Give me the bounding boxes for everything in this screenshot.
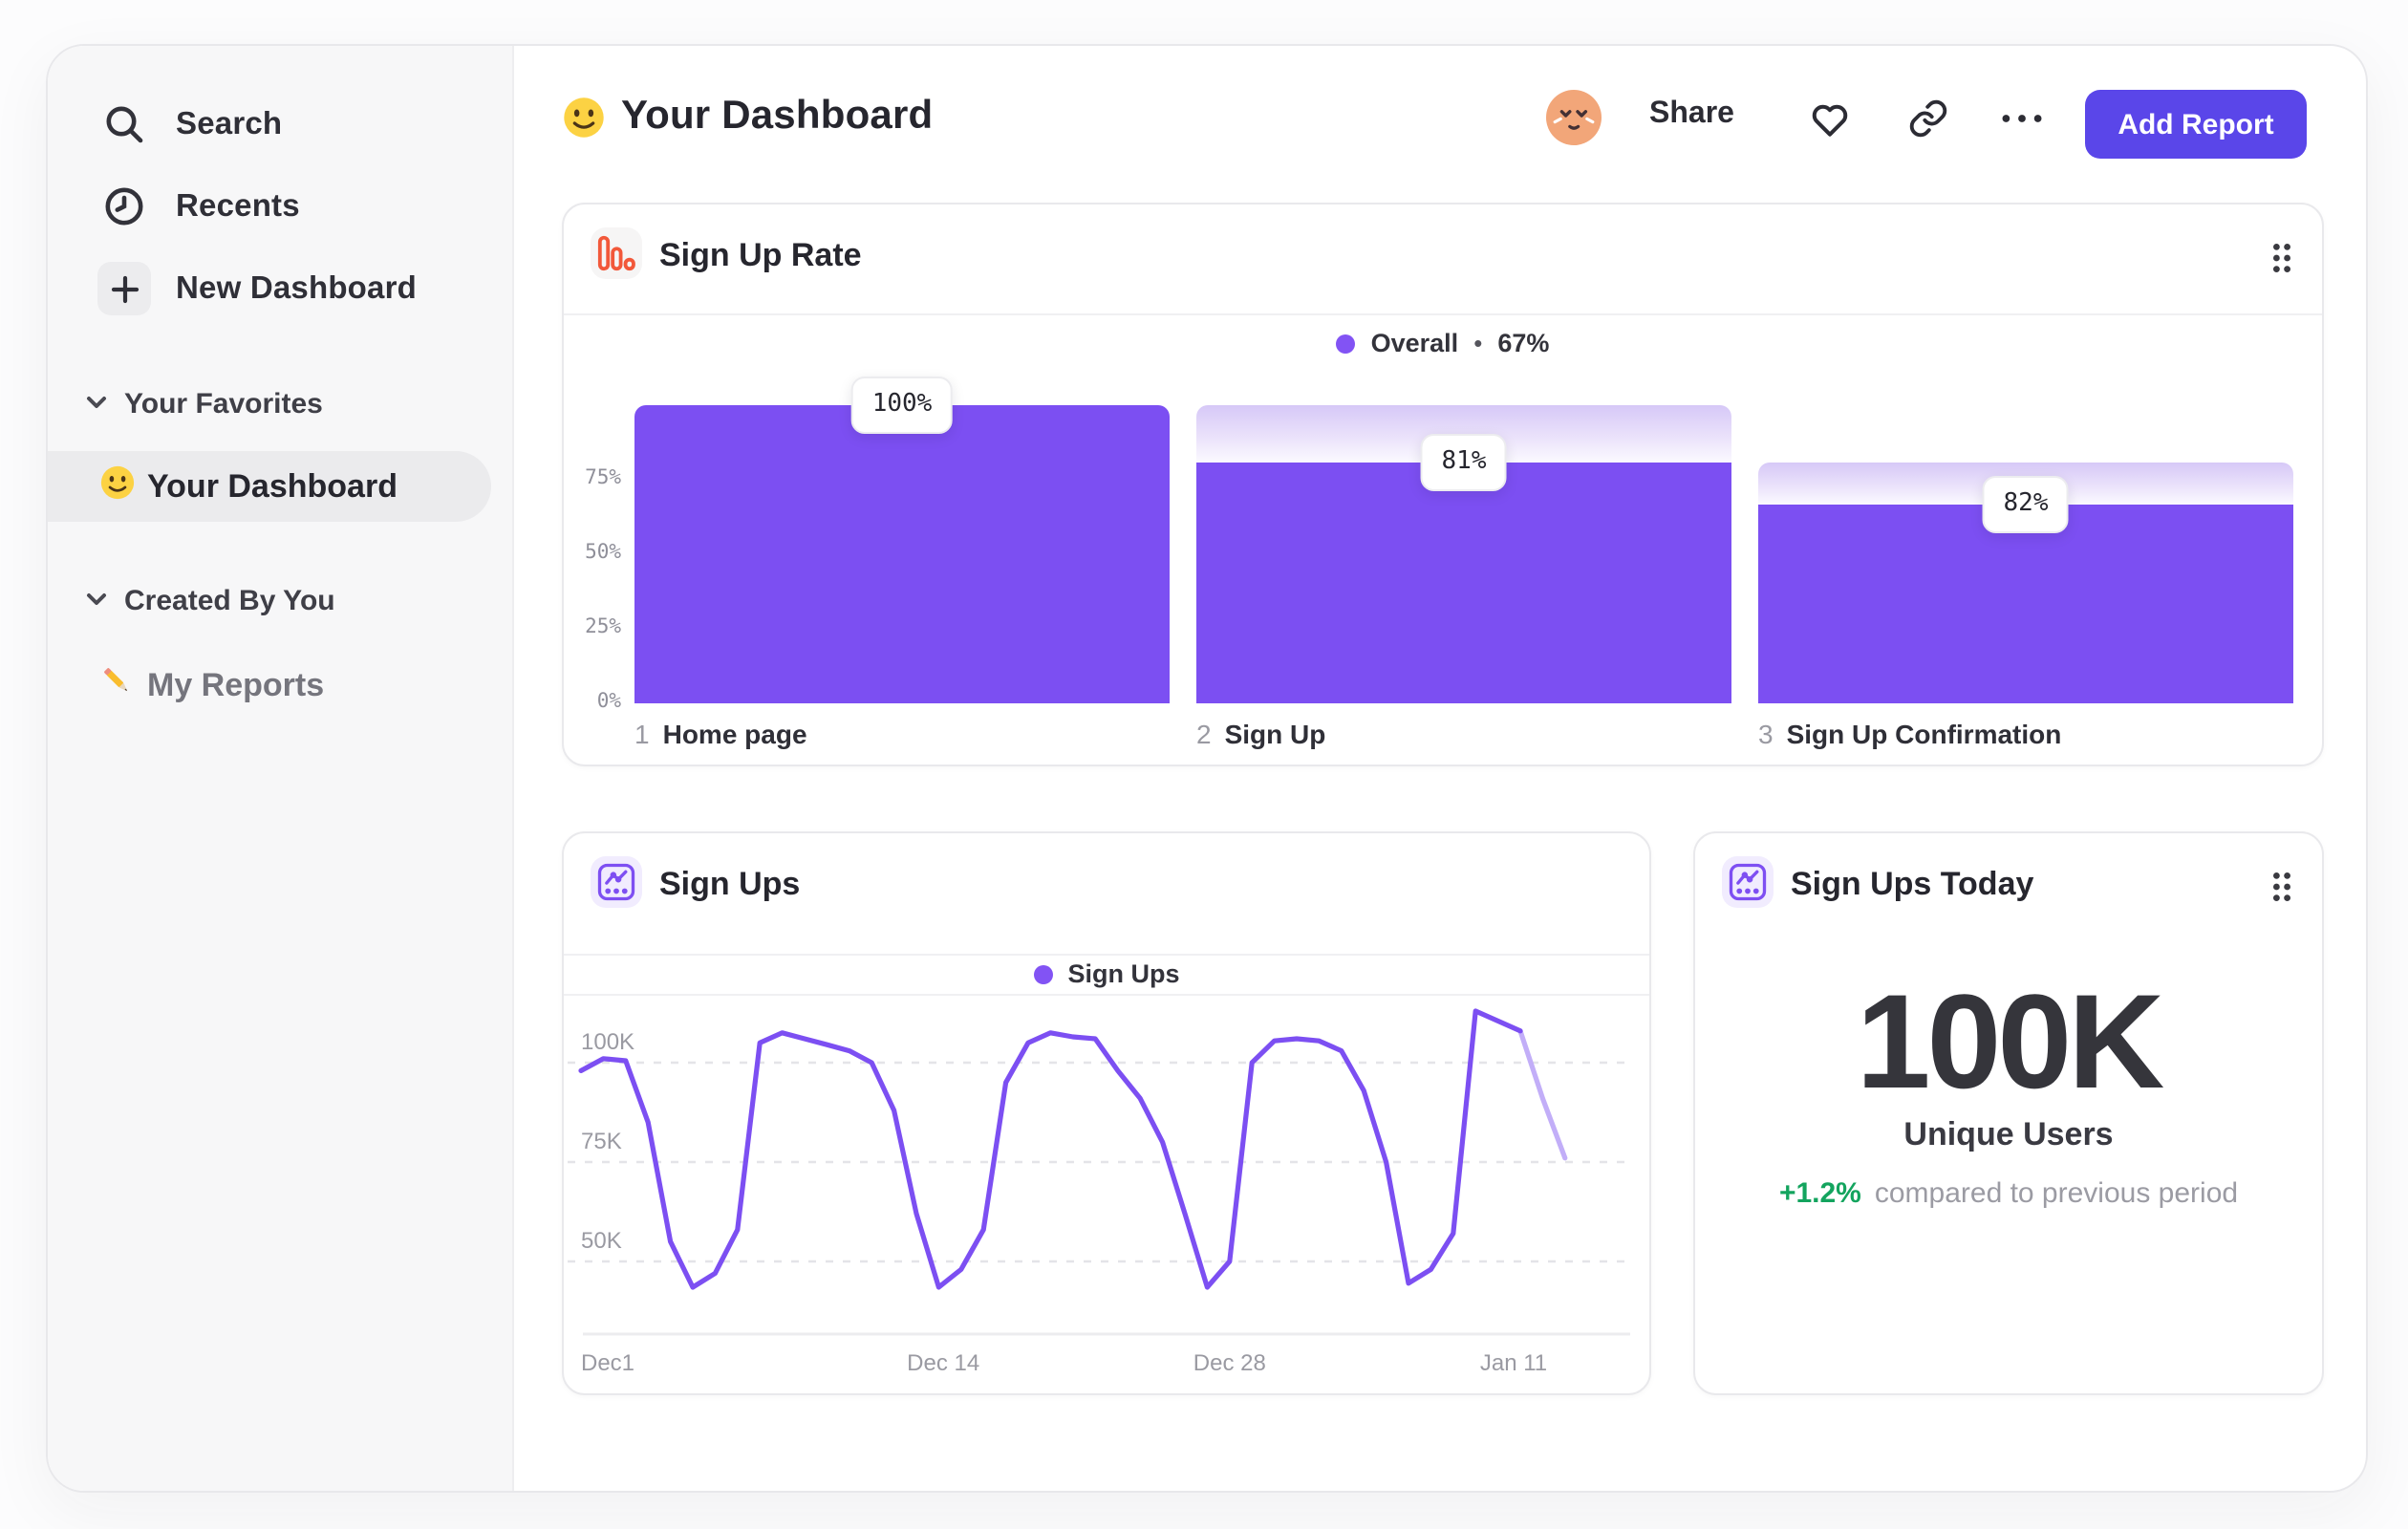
card-divider xyxy=(564,954,1649,956)
funnel-y-tick: 50% xyxy=(585,541,621,564)
recents-clock-icon xyxy=(97,180,151,233)
funnel-step-label: 2 Sign Up xyxy=(1196,719,1326,749)
legend-dot xyxy=(1033,964,1053,983)
app-window: Search Recents New Dashboard Your Favori… xyxy=(46,44,2368,1493)
funnel-bar-3[interactable] xyxy=(1758,505,2293,703)
sidebar-item-label: Search xyxy=(176,106,283,140)
sidebar-item-your-dashboard[interactable]: Your Dashboard xyxy=(48,451,491,522)
svg-text:Jan 11: Jan 11 xyxy=(1480,1350,1547,1376)
sidebar-item-search[interactable]: Search xyxy=(48,96,512,153)
sidebar-item-my-reports[interactable]: My Reports xyxy=(48,657,491,715)
copy-link-icon[interactable] xyxy=(1905,96,1951,141)
page-title: Your Dashboard xyxy=(621,94,934,138)
funnel-step-label: 1 Home page xyxy=(634,719,807,749)
funnel-value-tooltip: 81% xyxy=(1420,433,1508,491)
svg-text:50K: 50K xyxy=(581,1228,622,1254)
chevron-down-icon xyxy=(86,583,107,617)
more-options-icon[interactable] xyxy=(1999,96,2045,141)
sign-ups-card: Sign Ups Sign Ups 100K 75K 50K Dec1 Dec 14 De… xyxy=(562,831,1651,1395)
line-legend: Sign Ups xyxy=(564,959,1649,988)
funnel-step-label: 3 Sign Up Confirmation xyxy=(1758,719,2062,749)
sidebar-item-label: Recents xyxy=(176,188,300,223)
metric-delta-note: compared to previous period xyxy=(1874,1177,2239,1210)
favorite-heart-icon[interactable] xyxy=(1806,96,1852,141)
add-report-button[interactable]: Add Report xyxy=(2085,90,2307,159)
legend-series-name: Sign Ups xyxy=(1067,959,1180,988)
funnel-value-tooltip: 82% xyxy=(1982,476,2070,534)
card-title: Sign Ups xyxy=(659,866,801,902)
metric-delta-row: +1.2% compared to previous period xyxy=(1695,1177,2322,1210)
metric-delta: +1.2% xyxy=(1778,1177,1861,1210)
plus-icon xyxy=(97,262,151,315)
svg-text:Dec 14: Dec 14 xyxy=(907,1350,979,1376)
search-icon xyxy=(97,97,151,151)
sidebar-section-label: Created By You xyxy=(124,584,335,616)
funnel-value-tooltip: 100% xyxy=(850,377,954,434)
funnel-chart: 0% 25% 50% 75% 100% 1 Home page 81% 2 Sign Up 82% 3… xyxy=(564,205,2322,764)
sidebar-item-label: New Dashboard xyxy=(176,270,417,305)
pencil-emoji-icon xyxy=(99,663,136,709)
funnel-y-tick: 0% xyxy=(596,690,621,713)
sidebar-section-your-favorites[interactable]: Your Favorites xyxy=(86,386,323,420)
sidebar-item-recents[interactable]: Recents xyxy=(48,178,512,235)
signups-line-chart[interactable]: 100K 75K 50K Dec1 Dec 14 Dec 28 Jan 11 xyxy=(564,994,1649,1393)
drag-handle-icon[interactable] xyxy=(2272,872,2291,912)
svg-text:Dec 28: Dec 28 xyxy=(1193,1350,1266,1376)
svg-text:75K: 75K xyxy=(581,1129,622,1154)
sidebar-section-created-by-you[interactable]: Created By You xyxy=(86,583,335,617)
dashboard-emoji-icon xyxy=(562,96,606,149)
chevron-down-icon xyxy=(86,386,107,420)
funnel-bar-2[interactable] xyxy=(1196,462,1731,703)
metric-label: Unique Users xyxy=(1903,1116,2114,1152)
share-button[interactable]: Share xyxy=(1649,97,1734,132)
sidebar-item-new-dashboard[interactable]: New Dashboard xyxy=(48,260,512,317)
sign-ups-today-card: Sign Ups Today 100K Unique Users +1.2% c… xyxy=(1693,831,2324,1395)
smiley-emoji-icon xyxy=(99,463,136,509)
insights-line-icon xyxy=(1722,856,1774,908)
insights-line-icon xyxy=(591,856,642,908)
card-title: Sign Ups Today xyxy=(1791,866,2034,902)
svg-text:Dec1: Dec1 xyxy=(581,1350,634,1376)
app-root: Search Recents New Dashboard Your Favori… xyxy=(0,0,2408,1529)
sidebar: Search Recents New Dashboard Your Favori… xyxy=(48,46,514,1491)
user-avatar[interactable] xyxy=(1546,90,1602,145)
sidebar-item-label: Your Dashboard xyxy=(147,467,398,504)
sidebar-section-label: Your Favorites xyxy=(124,387,323,420)
metric-value: 100K xyxy=(1856,967,2165,1116)
funnel-y-tick: 75% xyxy=(585,466,621,489)
funnel-bar-1[interactable] xyxy=(634,405,1170,703)
svg-text:100K: 100K xyxy=(581,1029,634,1055)
sign-up-rate-card: Sign Up Rate Overall • 67% 0% 25% 50% 75% 10… xyxy=(562,203,2324,766)
sidebar-item-label: My Reports xyxy=(147,667,325,703)
funnel-y-tick: 25% xyxy=(585,615,621,638)
